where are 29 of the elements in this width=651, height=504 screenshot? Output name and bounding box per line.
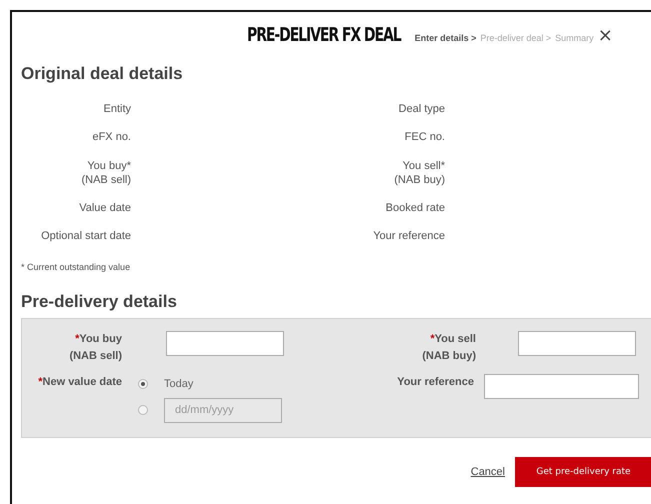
field-label: Optional start date (40, 229, 131, 244)
field-label: Entity (102, 102, 131, 116)
submit-button[interactable]: Get pre-delivery rate (515, 456, 651, 487)
cancel-link[interactable]: Cancel (470, 466, 505, 478)
field-label: *New value date (37, 374, 122, 390)
field-label: *You sell (NAB buy) (421, 332, 476, 364)
reference-field[interactable] (484, 374, 639, 399)
field-label: Your reference (396, 374, 474, 390)
option-label: Today (164, 376, 194, 392)
buy-amount-field[interactable] (166, 330, 284, 356)
wizard-step: Enter details > (414, 33, 476, 43)
field-label: You buy* (NAB sell) (80, 158, 131, 188)
field-label: Your reference (372, 229, 445, 244)
field-label: You sell* (NAB buy) (393, 158, 445, 188)
wizard-step: Summary (555, 33, 594, 43)
field-label: Booked rate (384, 201, 445, 216)
close-button[interactable]: × (598, 27, 613, 45)
sell-amount-field[interactable] (518, 330, 636, 356)
field-label: Value date (78, 201, 131, 216)
field-label: eFX no. (91, 130, 131, 145)
radio-button[interactable] (138, 378, 148, 389)
field-label: *You buy (NAB sell) (68, 332, 122, 364)
dialog-title: PRE-DELIVER FX DEAL (247, 24, 401, 46)
footnote: * Current outstanding value (21, 262, 132, 272)
section-heading: Pre-delivery details (21, 292, 178, 312)
field-label: FEC no. (404, 130, 445, 145)
wizard-step: Pre-deliver deal > (480, 33, 552, 43)
section-heading: Original deal details (21, 64, 184, 84)
field-label: Deal type (398, 102, 445, 116)
